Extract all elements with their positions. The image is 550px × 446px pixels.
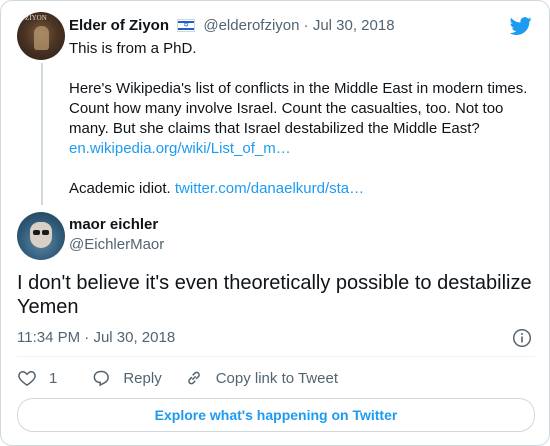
link-icon — [187, 371, 200, 385]
tweet-embed-card: ZIYON Elder of Ziyon ✡ @elderofziyon · J… — [0, 0, 550, 446]
reply-icon — [93, 370, 110, 387]
quoted-line-2: Here's Wikipedia's list of conflicts in … — [69, 80, 528, 137]
timestamp-separator: · — [84, 329, 90, 346]
tweet-actions: 1 Reply Copy link to Tweet — [17, 367, 338, 389]
quoted-author-handle[interactable]: @elderofziyon — [203, 17, 299, 34]
header-separator: · — [303, 17, 309, 34]
quoted-author-name[interactable]: Elder of Ziyon — [69, 17, 169, 34]
quoted-tweet-body: This is from a PhD. Here's Wikipedia's l… — [69, 39, 534, 199]
tweet-time: 11:34 PM — [17, 329, 81, 346]
tweet-author: maor eichler @EichlerMaor — [69, 215, 164, 255]
avatar-elder-of-ziyon[interactable]: ZIYON — [17, 12, 65, 60]
reply-label: Reply — [123, 369, 162, 387]
avatar-caption: ZIYON — [25, 14, 47, 22]
tweet-timestamp[interactable]: 11:34 PM · Jul 30, 2018 — [17, 328, 175, 348]
quoted-line-1: This is from a PhD. — [69, 40, 197, 57]
tweet-date: Jul 30, 2018 — [93, 329, 176, 346]
copy-link-button[interactable]: Copy link to Tweet — [184, 368, 338, 388]
quoted-line-4: Academic idiot. — [69, 180, 171, 197]
thread-line — [41, 63, 43, 205]
copy-link-label: Copy link to Tweet — [215, 369, 338, 387]
tweet-text: I don't believe it's even theoretically … — [17, 272, 532, 318]
twitter-bird-icon[interactable] — [509, 15, 533, 37]
avatar-sunglasses-left — [33, 230, 40, 235]
explore-twitter-button[interactable]: Explore what's happening on Twitter — [17, 398, 535, 432]
quoted-tweet-date[interactable]: Jul 30, 2018 — [313, 17, 395, 34]
twitter-status-link[interactable]: twitter.com/danaelkurd/sta… — [175, 180, 364, 197]
wikipedia-link[interactable]: en.wikipedia.org/wiki/List_of_m… — [69, 140, 291, 157]
reply-button[interactable]: Reply — [91, 368, 162, 388]
avatar-maor-eichler[interactable] — [17, 212, 65, 260]
heart-icon — [18, 370, 36, 386]
avatar-dog-face — [30, 222, 52, 248]
author-name[interactable]: maor eichler — [69, 215, 164, 235]
author-handle[interactable]: @EichlerMaor — [69, 235, 164, 255]
like-button[interactable]: 1 — [17, 368, 57, 388]
quoted-tweet-header: Elder of Ziyon ✡ @elderofziyon · Jul 30,… — [69, 16, 395, 36]
info-icon[interactable] — [512, 328, 532, 348]
avatar-sunglasses-right — [42, 230, 49, 235]
israel-flag-icon: ✡ — [177, 19, 196, 32]
avatar-figure — [34, 26, 49, 50]
actions-divider — [17, 356, 535, 357]
like-count: 1 — [49, 369, 58, 387]
